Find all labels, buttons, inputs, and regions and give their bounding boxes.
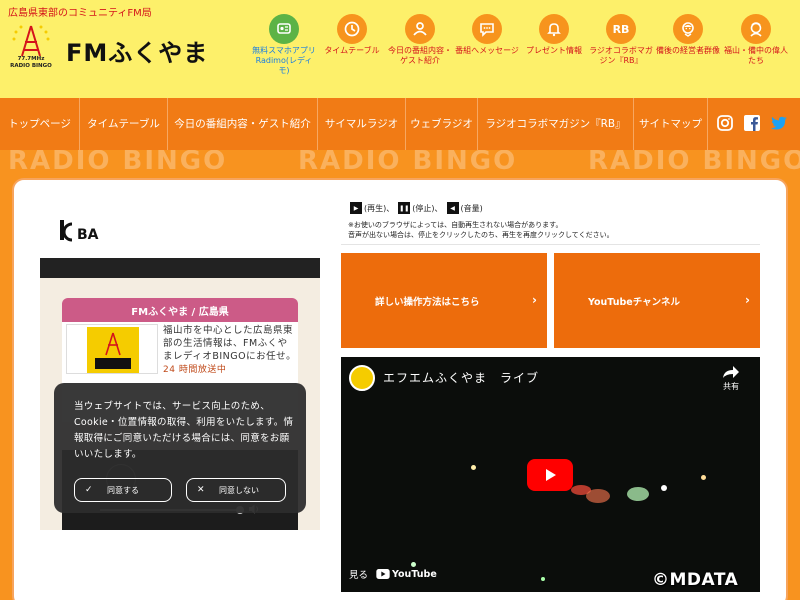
channel-avatar[interactable] [349,365,375,391]
header-nav-label: ラジオコラボマガジン『RB』 [589,46,653,65]
chat-bubble-icon [472,14,502,44]
play-icon: ▶ [350,202,362,214]
close-icon: ✕ [197,485,205,495]
header-nav-message[interactable]: 番組へメッセージ [455,14,519,56]
nav-web-radio[interactable]: ウェブラジオ [406,98,478,150]
chevron-right-icon: › [532,293,537,307]
player-legend: ▶ (再生)、 ❚❚ (停止)、 ◀ (音量) [350,202,483,214]
jcba-logo-icon[interactable]: BA [60,218,114,246]
radio-bingo-logo-icon [87,327,139,373]
youtube-channel-button[interactable]: YouTubeチャンネル › [554,253,760,348]
header-nav-label: 福山・備中の偉人たち [724,46,788,65]
twitter-icon[interactable] [770,114,788,132]
nav-today-program[interactable]: 今日の番組内容・ゲスト紹介 [168,98,318,150]
youtube-icon [376,569,390,579]
nav-top-page[interactable]: トップページ [0,98,80,150]
rb-icon: RB [606,14,636,44]
brand-name[interactable]: FMふくやま [66,33,208,68]
header-nav-timetable[interactable]: タイムテーブル [320,14,384,56]
boss-icon [673,14,703,44]
share-icon [723,366,739,378]
cookie-consent-dialog: 当ウェブサイトでは、サービス向上のため、Cookie・位置情報の取得、利用をいた… [54,383,306,513]
header-nav-business[interactable]: 備後の経営者群像 [656,14,720,56]
bell-icon [539,14,569,44]
cookie-disagree-button[interactable]: ✕ 同意しない [186,478,286,502]
station-status: 24 時間放送中 [163,365,227,375]
nav-rb-magazine[interactable]: ラジオコラボマガジン『RB』 [478,98,634,150]
header-nav-rb[interactable]: RB ラジオコラボマガジン『RB』 [589,14,653,66]
clock-icon [337,14,367,44]
youtube-live-video[interactable]: エフエムふくやま ライブ 共有 見る YouTube [341,357,760,592]
player-notes: ※お使いのブラウザによっては、自動再生されない場合があります。 音声が出ない場合… [348,220,614,240]
header-nav-label: タイムテーブル [324,46,380,55]
radimo-app-icon [269,14,299,44]
pause-icon: ❚❚ [398,202,411,214]
band-text: RADIO BINGO [298,150,518,176]
play-icon [546,469,556,481]
facebook-icon[interactable] [743,114,761,132]
header-nav-historical[interactable]: 福山・備中の偉人たち [724,14,788,66]
instagram-icon[interactable] [716,114,734,132]
station-description: 福山市を中心とした広島県東部の生活情報は、FMふくやまレディオBINGOにお任せ… [163,325,297,375]
logo-frequency-text: 77.7MHz RADIO BINGO [10,56,52,69]
speaker-icon: ◀ [446,202,459,214]
watch-on-youtube[interactable]: 見る YouTube [349,565,437,583]
jcba-dark-bar [40,258,320,278]
cookie-consent-text: 当ウェブサイトでは、サービス向上のため、Cookie・位置情報の取得、利用をいた… [74,401,294,460]
nav-timetable[interactable]: タイムテーブル [80,98,168,150]
cookie-agree-button[interactable]: ✓ 同意する [74,478,172,502]
share-button[interactable]: 共有 [718,365,744,392]
radio-bingo-band: RADIO BINGO RADIO BINGO RADIO BINGO [0,150,800,180]
check-icon: ✓ [85,485,93,495]
station-card-logo [66,324,158,374]
main-nav: トップページ タイムテーブル 今日の番組内容・ゲスト紹介 サイマルラジオ ウェブ… [0,98,800,150]
historical-figure-icon [741,14,771,44]
chevron-right-icon: › [745,293,750,307]
header-nav-radimo[interactable]: 無料スマホアプリ Radimo(レディモ) [252,14,316,76]
header-nav-today[interactable]: 今日の番組内容・ゲスト紹介 [388,14,452,66]
header-nav-label: プレゼント情報 [526,46,582,55]
band-text: RADIO BINGO [8,150,228,176]
divider [341,244,760,245]
header-nav-present[interactable]: プレゼント情報 [522,14,586,56]
audio-note: 音声が出ない場合は、停止をクリックしたのち、再生を再度クリックしてください。 [348,231,614,239]
station-header: FMふくやま / 広島県 [62,298,298,322]
watermark: ©MDATA [652,570,739,590]
howto-button[interactable]: 詳しい操作方法はこちら › [341,253,547,348]
youtube-play-button[interactable] [527,459,573,491]
person-icon [405,14,435,44]
header-nav-label: 備後の経営者群像 [656,46,720,55]
nav-sitemap[interactable]: サイトマップ [634,98,708,150]
site-tagline: 広島県東部のコミュニティFM局 [8,8,152,19]
nav-simul-radio[interactable]: サイマルラジオ [318,98,406,150]
autoplay-note: ※お使いのブラウザによっては、自動再生されない場合があります。 [348,221,563,229]
header-nav-label: 無料スマホアプリ Radimo(レディモ) [252,46,316,75]
youtube-logo: YouTube [376,569,437,580]
video-title[interactable]: エフエムふくやま ライブ [383,369,539,386]
svg-text:BA: BA [77,227,99,243]
site-header: 広島県東部のコミュニティFM局 77.7MHz RADIO BINGO FMふく… [0,0,800,98]
band-text: RADIO BINGO [588,150,800,176]
header-nav-label: 番組へメッセージ [455,46,519,55]
header-nav-label: 今日の番組内容・ゲスト紹介 [388,46,452,65]
